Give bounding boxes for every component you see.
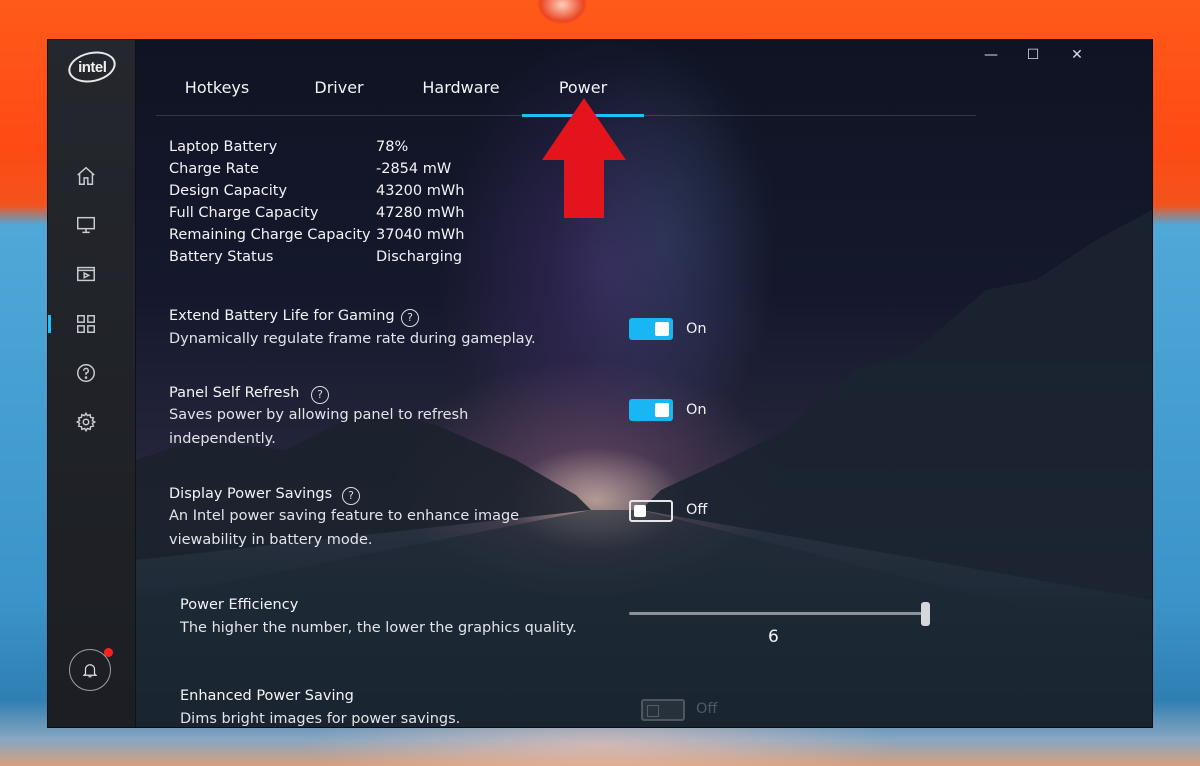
enhanced-power-saving-state: Off [696, 701, 718, 717]
main-panel: — ☐ ✕ Hotkeys Driver Hardware Power Lapt… [136, 40, 1152, 727]
panel-self-refresh-desc: Saves power by allowing panel to refresh [169, 407, 469, 423]
panel-self-refresh-title: Panel Self Refresh [169, 385, 300, 401]
design-capacity-label: Design Capacity [169, 183, 288, 199]
extend-battery-title: Extend Battery Life for Gaming [169, 308, 395, 324]
maximize-button[interactable]: ☐ [1022, 46, 1044, 64]
red-arrow-annotation [542, 98, 626, 218]
tab-hardware[interactable]: Hardware [400, 76, 522, 116]
extend-battery-desc: Dynamically regulate frame rate during g… [169, 331, 536, 347]
help-icon[interactable] [74, 361, 98, 385]
enhanced-power-saving-title: Enhanced Power Saving [180, 688, 354, 704]
close-button[interactable]: ✕ [1066, 46, 1088, 64]
charge-rate-value: -2854 mW [376, 161, 452, 177]
extend-battery-help-icon[interactable]: ? [401, 309, 419, 327]
enhanced-power-saving-toggle[interactable] [641, 699, 685, 721]
power-efficiency-slider-thumb[interactable] [921, 602, 930, 626]
power-efficiency-title: Power Efficiency [180, 597, 299, 613]
panel-self-refresh-state: On [686, 402, 707, 418]
display-icon[interactable] [74, 213, 98, 237]
remaining-charge-label: Remaining Charge Capacity [169, 227, 371, 243]
enhanced-power-saving-desc: Dims bright images for power savings. [180, 711, 461, 727]
sidebar: intel [48, 40, 136, 727]
panel-self-refresh-help-icon[interactable]: ? [311, 386, 329, 404]
tab-driver[interactable]: Driver [278, 76, 400, 116]
power-efficiency-slider-track[interactable] [629, 612, 927, 615]
battery-status-value: Discharging [376, 249, 463, 265]
gear-icon[interactable] [74, 410, 98, 434]
design-capacity-value: 43200 mWh [376, 183, 465, 199]
battery-info-label: Laptop Battery [169, 139, 278, 155]
extend-battery-state: On [686, 321, 707, 337]
charge-rate-label: Charge Rate [169, 161, 259, 177]
panel-self-refresh-desc-line2: independently. [169, 431, 276, 447]
display-power-savings-toggle[interactable] [629, 500, 673, 522]
display-power-savings-help-icon[interactable]: ? [342, 487, 360, 505]
battery-info-value: 78% [376, 139, 409, 155]
intel-logo: intel [65, 47, 119, 87]
apps-grid-icon[interactable] [74, 312, 98, 336]
video-icon[interactable] [74, 262, 98, 286]
remaining-charge-value: 37040 mWh [376, 227, 465, 243]
full-charge-capacity-value: 47280 mWh [376, 205, 465, 221]
home-icon[interactable] [74, 164, 98, 188]
notification-dot [104, 648, 113, 657]
water-drop-background [537, 0, 587, 24]
display-power-savings-desc: An Intel power saving feature to enhance… [169, 508, 520, 524]
active-nav-indicator [48, 315, 51, 333]
battery-status-label: Battery Status [169, 249, 274, 265]
tab-hotkeys[interactable]: Hotkeys [156, 76, 278, 116]
power-efficiency-desc: The higher the number, the lower the gra… [180, 620, 577, 636]
panel-self-refresh-toggle[interactable] [629, 399, 673, 421]
power-efficiency-value: 6 [768, 627, 779, 647]
minimize-button[interactable]: — [980, 46, 1002, 64]
bell-icon [82, 664, 98, 678]
display-power-savings-desc-line2: viewability in battery mode. [169, 532, 373, 548]
extend-battery-toggle[interactable] [629, 318, 673, 340]
full-charge-capacity-label: Full Charge Capacity [169, 205, 319, 221]
logo-text: intel [77, 58, 107, 76]
display-power-savings-state: Off [686, 502, 708, 518]
notification-button[interactable] [69, 648, 113, 691]
display-power-savings-title: Display Power Savings [169, 486, 333, 502]
